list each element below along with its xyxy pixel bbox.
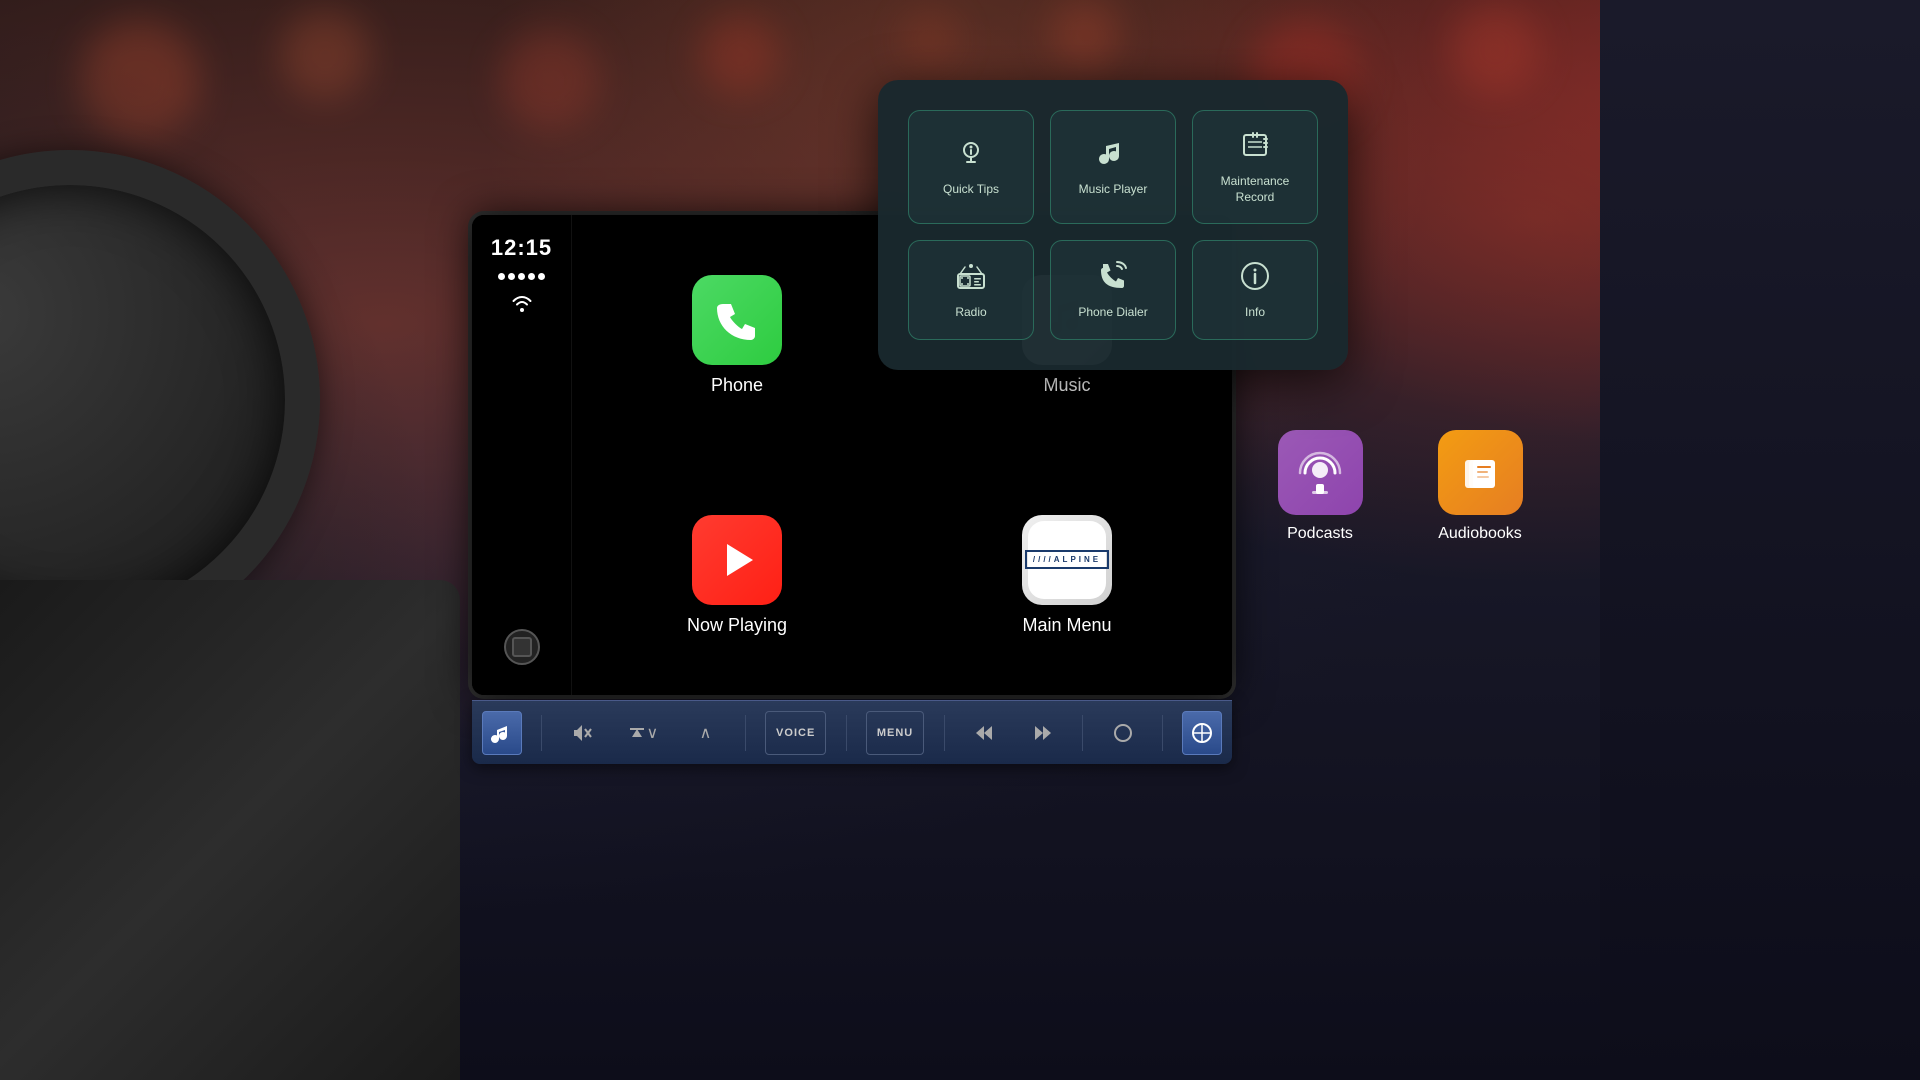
menu-button[interactable]: MENU bbox=[866, 711, 924, 755]
music-app-label: Music bbox=[1043, 375, 1090, 396]
maintenance-label: Maintenance Record bbox=[1203, 174, 1307, 205]
next-track-button[interactable] bbox=[1023, 711, 1063, 755]
app-podcasts[interactable]: Podcasts bbox=[1240, 430, 1400, 543]
volume-down-button[interactable]: ∨ bbox=[620, 711, 666, 755]
time-display: 12:15 bbox=[491, 235, 552, 261]
volume-up-button[interactable]: ∧ bbox=[685, 711, 725, 755]
bokeh-4 bbox=[700, 15, 780, 95]
music-player-icon bbox=[1097, 137, 1129, 174]
overlay-maintenance[interactable]: Maintenance Record bbox=[1192, 110, 1318, 224]
overlay-info[interactable]: Info bbox=[1192, 240, 1318, 340]
divider-3 bbox=[846, 715, 847, 751]
signal-dot-1 bbox=[498, 273, 505, 280]
info-label: Info bbox=[1245, 305, 1265, 321]
audiobooks-icon bbox=[1438, 430, 1523, 515]
divider-4 bbox=[944, 715, 945, 751]
right-apps-area: Podcasts Audiobooks bbox=[1240, 430, 1560, 543]
signal-dot-3 bbox=[518, 273, 525, 280]
overlay-phone-dialer[interactable]: Phone Dialer bbox=[1050, 240, 1176, 340]
overlay-radio[interactable]: Radio bbox=[908, 240, 1034, 340]
mute-button[interactable] bbox=[561, 711, 601, 755]
info-icon bbox=[1239, 260, 1271, 297]
voice-button[interactable]: VOICE bbox=[765, 711, 826, 755]
home-button-inner bbox=[512, 637, 532, 657]
app-phone[interactable]: Phone bbox=[572, 215, 902, 455]
home-button[interactable] bbox=[504, 629, 540, 665]
podcasts-icon bbox=[1278, 430, 1363, 515]
prev-track-button[interactable] bbox=[964, 711, 1004, 755]
overlay-quick-tips[interactable]: Quick Tips bbox=[908, 110, 1034, 224]
signal-dot-2 bbox=[508, 273, 515, 280]
bokeh-5 bbox=[1050, 0, 1120, 70]
bokeh-3 bbox=[500, 30, 600, 130]
overlay-menu-panel: Quick Tips Music Player bbox=[878, 80, 1348, 370]
bokeh-10 bbox=[900, 10, 960, 70]
phone-app-icon bbox=[692, 275, 782, 365]
app-now-playing[interactable]: Now Playing bbox=[572, 455, 902, 695]
circle-button[interactable] bbox=[1103, 711, 1143, 755]
radio-icon bbox=[955, 260, 987, 297]
main-menu-app-icon: ////ALPINE bbox=[1022, 515, 1112, 605]
wifi-icon bbox=[510, 294, 534, 317]
podcasts-label: Podcasts bbox=[1287, 525, 1353, 543]
app-audiobooks[interactable]: Audiobooks bbox=[1400, 430, 1560, 543]
quick-tips-label: Quick Tips bbox=[943, 182, 999, 198]
left-interior-panel bbox=[0, 580, 460, 1080]
main-menu-app-label: Main Menu bbox=[1022, 615, 1111, 636]
divider-1 bbox=[541, 715, 542, 751]
divider-5 bbox=[1082, 715, 1083, 751]
divider-2 bbox=[745, 715, 746, 751]
radio-label: Radio bbox=[955, 305, 986, 321]
app-main-menu[interactable]: ////ALPINE Main Menu bbox=[902, 455, 1232, 695]
signal-dots bbox=[498, 273, 545, 280]
music-control-button[interactable] bbox=[482, 711, 522, 755]
overlay-grid: Quick Tips Music Player bbox=[908, 110, 1318, 340]
overlay-music-player[interactable]: Music Player bbox=[1050, 110, 1176, 224]
bokeh-7 bbox=[1450, 5, 1540, 95]
phone-dialer-label: Phone Dialer bbox=[1078, 305, 1147, 321]
signal-dot-5 bbox=[538, 273, 545, 280]
music-player-label: Music Player bbox=[1079, 182, 1148, 198]
status-bar: 12:15 bbox=[472, 215, 572, 695]
nav-button[interactable] bbox=[1182, 711, 1222, 755]
control-bar: ∨ ∧ VOICE MENU bbox=[472, 700, 1232, 764]
now-playing-app-icon bbox=[692, 515, 782, 605]
steering-wheel bbox=[0, 150, 320, 650]
quick-tips-icon bbox=[955, 137, 987, 174]
phone-app-label: Phone bbox=[711, 375, 763, 396]
now-playing-app-label: Now Playing bbox=[687, 615, 787, 636]
phone-dialer-icon bbox=[1097, 260, 1129, 297]
signal-dot-4 bbox=[528, 273, 535, 280]
maintenance-icon bbox=[1239, 129, 1271, 166]
audiobooks-label: Audiobooks bbox=[1438, 525, 1522, 543]
right-panel bbox=[1600, 0, 1920, 1080]
divider-6 bbox=[1162, 715, 1163, 751]
